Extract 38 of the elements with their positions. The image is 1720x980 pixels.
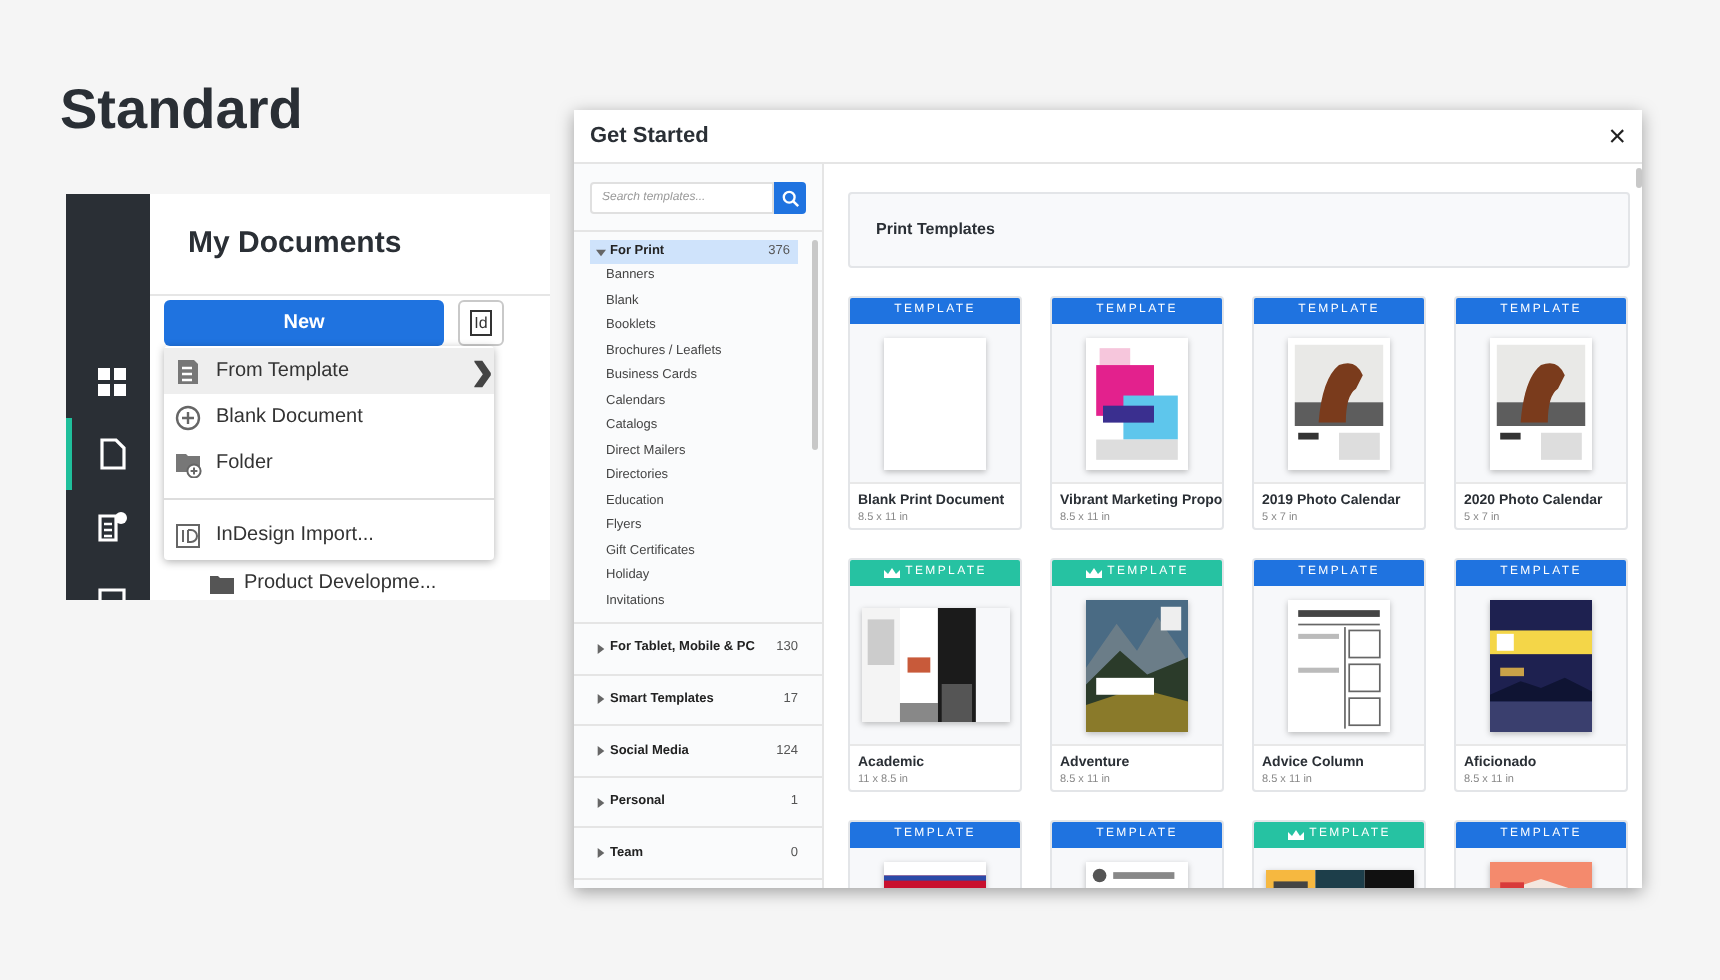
page-heading: Standard [60,76,303,144]
menu-item[interactable]: InDesign Import... [164,512,494,558]
id-label: Id [470,310,492,336]
menu-item[interactable]: Folder [164,440,494,486]
close-button[interactable]: × [1608,121,1626,151]
menu-label: Folder [216,450,273,478]
search-icon [781,189,799,207]
menu-label: Blank Document [216,404,363,432]
scrollbar-thumb[interactable] [1636,168,1642,188]
grid-icon [95,366,127,398]
caret-right-icon [596,745,606,756]
dialog-title: Get Started [590,121,709,152]
indesign-button[interactable]: Id [458,300,504,346]
document-icon [95,438,127,470]
menu-item[interactable]: From Template › [164,348,494,394]
section-header: Print Templates [848,192,1630,268]
template-icon [95,510,127,542]
plus-circle-icon [174,403,202,431]
caret-right-icon [596,643,606,654]
caret-right-icon [596,797,606,808]
blank-page [884,337,986,469]
panel-title: My Documents [150,194,550,296]
crown-icon [1287,829,1304,841]
caret-down-icon [596,247,606,257]
menu-label: From Template [216,358,350,386]
menu-label: InDesign Import... [216,522,374,550]
crown-icon [883,567,900,579]
document-row[interactable]: Product Developme... [244,572,437,596]
crown-icon [1085,567,1102,579]
folder-plus-icon [174,449,202,477]
new-button[interactable]: New [164,300,444,346]
caret-right-icon [596,848,606,859]
search-button[interactable] [774,182,806,214]
document-icon [174,357,202,385]
scrollbar-thumb[interactable] [812,240,818,450]
indesign-icon [174,521,202,549]
caret-right-icon [596,694,606,705]
folder-icon [210,574,234,594]
